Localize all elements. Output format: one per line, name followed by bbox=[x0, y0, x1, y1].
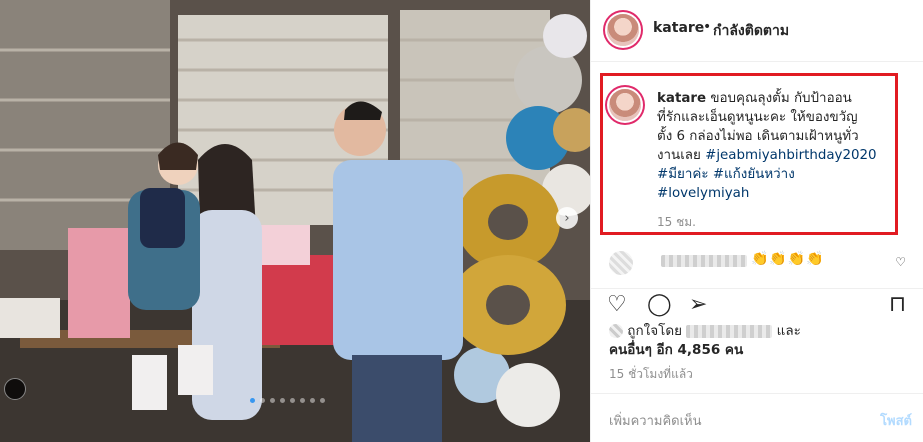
caption-username[interactable]: katare bbox=[657, 91, 706, 106]
following-button[interactable]: กำลังติดตาม bbox=[713, 20, 789, 42]
blurred-username bbox=[661, 255, 747, 267]
comment-input[interactable]: เพิ่มความคิดเห็น bbox=[609, 410, 702, 431]
carousel-dot bbox=[270, 398, 275, 403]
hashtag-link[interactable]: #แก้งยันหว่าง bbox=[713, 167, 795, 182]
header-username[interactable]: katare bbox=[653, 20, 704, 36]
post-side-panel: katare • กำลังติดตาม katare ขอบคุณลุงตั้… bbox=[590, 0, 923, 442]
caption-line-4: งานเลย bbox=[657, 148, 706, 163]
hashtag-link[interactable]: #jeabmiyahbirthday2020 bbox=[705, 148, 876, 163]
carousel-dot bbox=[290, 398, 295, 403]
liked-by-label: ถูกใจโดย bbox=[627, 323, 683, 339]
avatar[interactable] bbox=[607, 14, 639, 46]
blurred-liker[interactable] bbox=[686, 324, 773, 338]
photo-image bbox=[0, 0, 590, 442]
post-header: katare • กำลังติดตาม bbox=[591, 0, 923, 62]
comment-row: 👏👏👏👏 ♡ bbox=[591, 245, 923, 279]
carousel-dot bbox=[310, 398, 315, 403]
hashtag-link[interactable]: #มียาค่ะ bbox=[657, 167, 709, 182]
chevron-right-icon: › bbox=[564, 210, 570, 226]
tagged-users-icon[interactable] bbox=[4, 378, 26, 400]
add-comment-bar: เพิ่มความคิดเห็น โพสต์ bbox=[591, 393, 923, 442]
carousel-dot bbox=[260, 398, 265, 403]
carousel-dot bbox=[280, 398, 285, 403]
comment-like-icon[interactable]: ♡ bbox=[895, 255, 906, 269]
carousel-dot bbox=[300, 398, 305, 403]
caption-line-1: ขอบคุณลุงตั้ม กับป้าออน bbox=[710, 91, 852, 106]
carousel-dots bbox=[250, 398, 325, 403]
next-photo-button[interactable]: › bbox=[556, 207, 578, 229]
hashtag-link[interactable]: #lovelymiyah bbox=[657, 186, 749, 201]
post-button[interactable]: โพสต์ bbox=[880, 410, 912, 431]
header-separator: • bbox=[703, 19, 712, 35]
caption-highlight-box: katare ขอบคุณลุงตั้ม กับป้าออน ที่รักและ… bbox=[600, 73, 898, 235]
share-icon[interactable]: ➢ bbox=[689, 293, 707, 317]
and-label: และ bbox=[776, 323, 801, 339]
heart-icon[interactable]: ♡ bbox=[607, 293, 627, 317]
caption-line-2: ที่รักและเอ็นดูหนูนะคะ ให้ของขวัญ bbox=[657, 110, 858, 125]
comment-text: 👏👏👏👏 bbox=[751, 251, 825, 267]
carousel-dot bbox=[250, 398, 255, 403]
caption-avatar[interactable] bbox=[609, 89, 641, 121]
post-timestamp[interactable]: 15 ชั่วโมงที่แล้ว bbox=[609, 365, 693, 384]
liker-avatar[interactable] bbox=[609, 324, 623, 338]
action-bar: ♡ ◯ ➢ ⊓ bbox=[591, 288, 923, 322]
comment-avatar[interactable] bbox=[609, 251, 633, 275]
caption-time: 15 ชม. bbox=[657, 215, 696, 229]
caption-text: katare ขอบคุณลุงตั้ม กับป้าออน ที่รักและ… bbox=[657, 89, 893, 203]
bookmark-icon[interactable]: ⊓ bbox=[889, 293, 906, 317]
post-photo[interactable]: › bbox=[0, 0, 590, 442]
carousel-dot bbox=[320, 398, 325, 403]
caption-line-3: ตั้ง 6 กล่องไม่พอ เดินตามเฝ้าหนูทั่ว bbox=[657, 129, 859, 144]
comment-icon[interactable]: ◯ bbox=[647, 293, 672, 317]
others-likes-link[interactable]: คนอื่นๆ อีก 4,856 คน bbox=[609, 342, 743, 358]
likes-summary: ถูกใจโดย และ คนอื่นๆ อีก 4,856 คน bbox=[609, 322, 909, 360]
